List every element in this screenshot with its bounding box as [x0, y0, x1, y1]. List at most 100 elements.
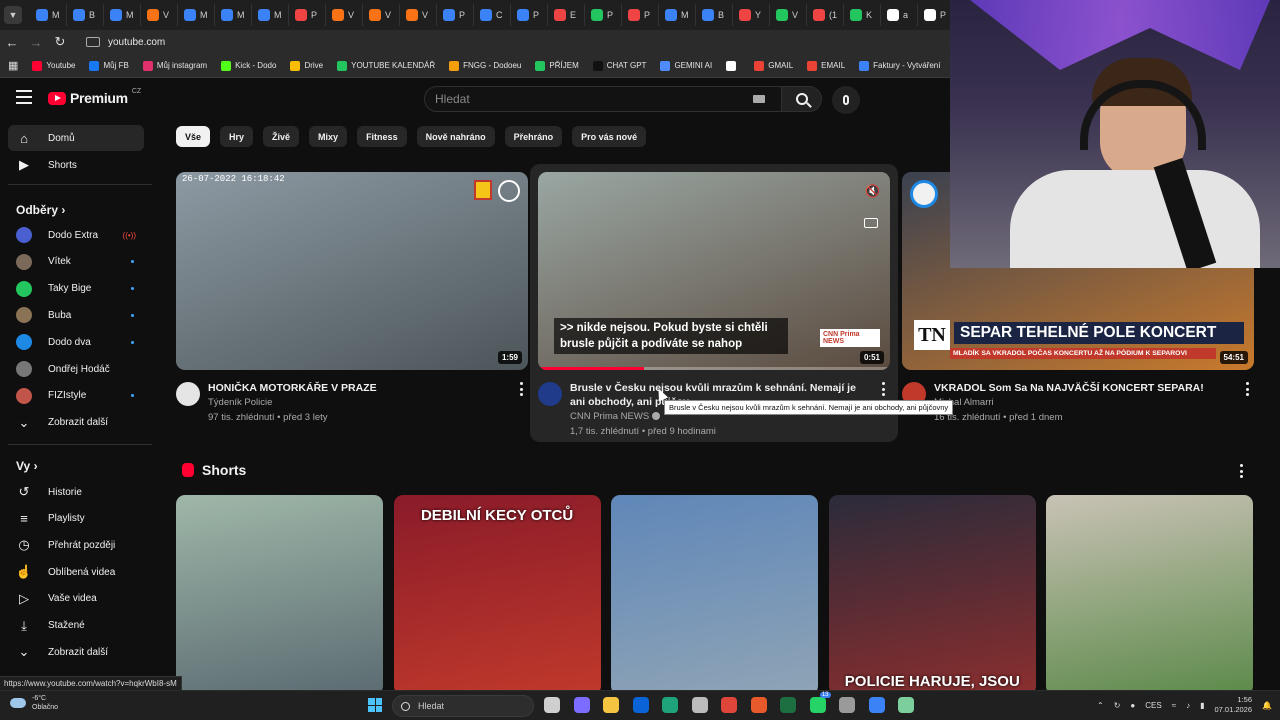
- browser-tab[interactable]: P: [511, 4, 548, 26]
- youtube-logo[interactable]: Premium CZ: [48, 88, 141, 106]
- channel-name[interactable]: Týdeník Policie: [208, 397, 272, 408]
- short-tile[interactable]: DEBILNÍ KECY OTCŮ: [393, 495, 601, 695]
- video-card[interactable]: 26-07-2022 16:18:42 1:59 HONIČKA MOTORKÁ…: [176, 172, 528, 436]
- browser-tab[interactable]: P: [622, 4, 659, 26]
- sidebar-item[interactable]: Ondřej Hodáč: [8, 356, 144, 382]
- channel-name[interactable]: CNN Prima NEWS: [570, 411, 661, 422]
- notes-icon[interactable]: [868, 697, 885, 713]
- browser-tab[interactable]: B: [696, 4, 733, 26]
- copilot-icon[interactable]: [573, 697, 590, 713]
- filter-chip[interactable]: Fitness: [357, 126, 407, 147]
- microphone-tray-icon[interactable]: ●: [1130, 701, 1135, 710]
- filter-chip[interactable]: Přehráno: [504, 126, 563, 147]
- apps-grid-icon[interactable]: ▦: [8, 59, 18, 72]
- notifications-bell-icon[interactable]: 🔔: [1262, 701, 1272, 710]
- short-tile[interactable]: [1046, 495, 1254, 695]
- bookmark-item[interactable]: EMAIL: [807, 60, 845, 71]
- shorts-more-actions-icon[interactable]: [1236, 464, 1246, 478]
- tab-search-chevron-down-icon[interactable]: ▼: [4, 6, 22, 24]
- sidebar-item[interactable]: ⌄ Zobrazit další: [8, 639, 144, 665]
- voice-search-button[interactable]: [832, 86, 860, 114]
- bookmark-item[interactable]: YOUTUBE KALENDÁŘ: [337, 60, 435, 71]
- filter-chip[interactable]: Nově nahráno: [416, 126, 495, 147]
- wifi-icon[interactable]: ≈: [1172, 701, 1176, 710]
- browser-tab[interactable]: (1: [807, 4, 844, 26]
- browser-tab[interactable]: V: [326, 4, 363, 26]
- browser-tab[interactable]: Y: [733, 4, 770, 26]
- browser-tab[interactable]: P: [289, 4, 326, 26]
- volume-icon[interactable]: ♪: [1186, 701, 1190, 710]
- sidebar-item[interactable]: ⌄ Zobrazit další: [8, 410, 144, 436]
- filter-chip[interactable]: Hry: [220, 126, 254, 147]
- bookmark-item[interactable]: [726, 60, 740, 71]
- video-title[interactable]: VKRADOL Som Sa Na NAJVÄČŠÍ KONCERT SEPAR…: [934, 381, 1232, 395]
- more-actions-icon[interactable]: [878, 382, 888, 396]
- whatsapp-icon[interactable]: 13: [809, 692, 831, 713]
- browser-tab[interactable]: E: [548, 4, 585, 26]
- file-explorer-icon[interactable]: [603, 697, 619, 713]
- sidebar-item[interactable]: ▷ Vaše videa: [8, 586, 144, 612]
- browser-tab[interactable]: C: [474, 4, 511, 26]
- short-tile[interactable]: POLICIE HARUJE, JSOU: [828, 495, 1036, 695]
- browser-tab[interactable]: K: [844, 4, 881, 26]
- sidebar-item[interactable]: ▶ Shorts: [8, 152, 144, 178]
- sidebar-item[interactable]: FIZIstyle: [8, 383, 144, 409]
- bookmark-item[interactable]: Faktury - Vytváření: [859, 60, 940, 71]
- mute-icon[interactable]: 🔇: [865, 184, 880, 198]
- taskbar-search[interactable]: Hledat: [392, 695, 534, 717]
- excel-icon[interactable]: [780, 697, 796, 713]
- filter-chip[interactable]: Pro vás nové: [572, 126, 647, 147]
- search-input[interactable]: [435, 92, 753, 106]
- sync-icon[interactable]: ↻: [1114, 701, 1121, 710]
- you-heading[interactable]: Vy ›: [16, 459, 38, 473]
- bookmark-item[interactable]: Můj FB: [89, 60, 129, 71]
- sidebar-item[interactable]: ☝ Oblíbená videa: [8, 559, 144, 585]
- menu-hamburger-icon[interactable]: [16, 90, 32, 104]
- sidebar-item[interactable]: Dodo dva: [8, 329, 144, 355]
- site-info-icon[interactable]: [86, 37, 100, 47]
- browser-tab[interactable]: M: [252, 4, 289, 26]
- sidebar-item[interactable]: Buba: [8, 302, 144, 328]
- sidebar-item[interactable]: ⌂ Domů: [8, 125, 144, 151]
- battery-icon[interactable]: ▮: [1200, 701, 1204, 710]
- browser-tab[interactable]: B: [67, 4, 104, 26]
- channel-avatar[interactable]: [176, 382, 200, 406]
- filter-chip[interactable]: Živě: [263, 126, 300, 147]
- chrome-icon[interactable]: [721, 697, 737, 713]
- keyboard-icon[interactable]: [753, 95, 765, 103]
- browser-tab[interactable]: M: [659, 4, 696, 26]
- bookmark-item[interactable]: Kick - Dodo: [221, 60, 276, 71]
- weather-widget[interactable]: -6°C Oblačno: [10, 694, 58, 712]
- browser-tab[interactable]: M: [215, 4, 252, 26]
- bookmark-item[interactable]: Youtube: [32, 60, 75, 71]
- bookmark-item[interactable]: Můj instagram: [142, 60, 207, 71]
- browser-tab[interactable]: V: [770, 4, 807, 26]
- browser-tab[interactable]: V: [363, 4, 400, 26]
- sidebar-item[interactable]: ↺ Historie: [8, 479, 144, 505]
- browser-tab[interactable]: M: [178, 4, 215, 26]
- playback-progress[interactable]: [538, 367, 890, 370]
- video-title[interactable]: HONIČKA MOTORKÁŘE V PRAZE: [208, 381, 506, 395]
- search-button[interactable]: [782, 86, 822, 112]
- meta-icon[interactable]: [691, 697, 708, 713]
- short-tile[interactable]: [611, 495, 819, 695]
- sidebar-item[interactable]: Dodo Extra ((•)): [8, 222, 144, 248]
- browser-tab[interactable]: M: [104, 4, 141, 26]
- clock[interactable]: 1:56 07.01.2026: [1214, 695, 1252, 715]
- bookmark-item[interactable]: Drive: [290, 60, 323, 71]
- filter-chip[interactable]: Vše: [176, 126, 211, 147]
- browser-tab[interactable]: P: [437, 4, 474, 26]
- reload-icon[interactable]: ↻: [48, 30, 72, 54]
- sidebar-item[interactable]: Vítek: [8, 249, 144, 275]
- browser-tab[interactable]: P: [585, 4, 622, 26]
- bookmark-item[interactable]: GEMINI AI: [660, 60, 712, 71]
- browser-tab[interactable]: M: [30, 4, 67, 26]
- subscriptions-heading[interactable]: Odběry ›: [16, 203, 65, 217]
- calculator-icon[interactable]: [839, 697, 855, 713]
- filter-chip[interactable]: Mixy: [309, 126, 348, 147]
- input-language[interactable]: CES: [1145, 701, 1161, 710]
- browser-tab[interactable]: a: [881, 4, 918, 26]
- edge-icon[interactable]: [662, 697, 678, 713]
- windows-start-icon[interactable]: [368, 698, 382, 712]
- bookmark-item[interactable]: PŘÍJEM: [535, 60, 579, 71]
